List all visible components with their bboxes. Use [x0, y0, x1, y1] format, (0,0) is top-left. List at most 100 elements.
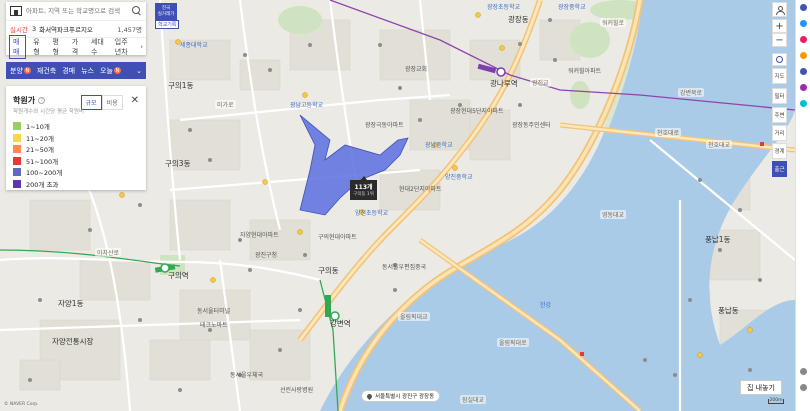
- map-label: 광장초등학교: [487, 4, 521, 11]
- category-label: 뉴스: [81, 66, 94, 75]
- zoom-in-button[interactable]: +: [772, 19, 787, 33]
- map-label: 올림픽대로: [497, 338, 529, 347]
- map-label: 구의현대아파트: [318, 234, 357, 241]
- strip-icon[interactable]: [800, 84, 807, 91]
- academy-legend: 학원가 ? 규모 비용 ✕ 학원개수와 시간당 평균 학원비 1~10개 11~…: [6, 86, 146, 190]
- strip-icon[interactable]: [800, 368, 807, 375]
- map-label: 광장중학교: [558, 4, 586, 11]
- address-pill[interactable]: 서울특별시 광진구 광장동: [361, 390, 441, 402]
- category-label: 경매: [62, 66, 76, 75]
- home-logo-icon[interactable]: [10, 6, 22, 16]
- category-label: 오늘: [100, 66, 113, 75]
- map-scale: 200m: [768, 398, 784, 404]
- realtrade-line1: 전국: [161, 6, 171, 11]
- strip-icon[interactable]: [800, 4, 807, 11]
- map-label: 구의역: [168, 271, 189, 280]
- category-reconstruction[interactable]: 재건축: [37, 66, 56, 76]
- category-label: 재건축: [36, 66, 57, 75]
- user-icon: [776, 5, 785, 15]
- location-icon: [776, 56, 783, 63]
- legend-title: 학원가: [13, 96, 36, 105]
- map-credit: © NAVER Corp.: [4, 402, 39, 407]
- control-boundary[interactable]: 경계: [772, 143, 787, 159]
- map-label: 자양1동: [58, 299, 84, 308]
- search-icon[interactable]: [132, 6, 142, 16]
- legend-item: 21~50개: [13, 144, 139, 154]
- map-label: 워커힐로: [600, 18, 627, 27]
- new-badge: N: [23, 67, 31, 74]
- map-label: 강변역: [330, 319, 351, 328]
- control-commute[interactable]: 출근: [772, 161, 787, 177]
- chevron-right-icon[interactable]: ›: [140, 43, 143, 51]
- category-bar: 분양 N 재건축 경매 뉴스 오늘 N ⌄: [6, 62, 146, 79]
- app-root: 광장동 광장초등학교 광장중학교 워커힐로 구의역 자양1동 자양전통시장 동서…: [0, 0, 810, 411]
- tab-households[interactable]: 세대수: [88, 36, 108, 58]
- tab-type[interactable]: 유형: [30, 36, 45, 58]
- map-label: 광나루역: [490, 79, 518, 88]
- legend-label: 1~10개: [26, 123, 50, 131]
- map-label: 양진초등학교: [355, 210, 389, 217]
- toggle-cost[interactable]: 비용: [101, 95, 123, 110]
- control-nearby[interactable]: 주변: [772, 107, 787, 123]
- map-label: 한강: [540, 302, 552, 309]
- map-label: 동서울터미널: [197, 308, 231, 315]
- map-label: 천호대교: [706, 140, 733, 149]
- category-auction[interactable]: 경매: [62, 66, 75, 76]
- control-filter[interactable]: 필터: [772, 88, 787, 104]
- legend-swatch: [13, 168, 21, 176]
- legend-list: 1~10개 11~20개 21~50개 51~100개 100~200개 200…: [13, 121, 139, 189]
- my-location-button[interactable]: [772, 53, 787, 66]
- category-today[interactable]: 오늘 N: [100, 66, 121, 76]
- map-label: 선린사랑병원: [280, 387, 314, 394]
- control-distance[interactable]: 거리: [772, 125, 787, 141]
- filter-tabs: 매매 유형 평형 가격 세대수 입주년차 ›: [6, 34, 146, 59]
- tab-price[interactable]: 가격: [69, 36, 84, 58]
- legend-item: 200개 초과: [13, 179, 139, 189]
- tab-sale[interactable]: 매매: [9, 34, 27, 59]
- legend-item: 100~200개: [13, 167, 139, 177]
- map-label: 광진교: [530, 78, 551, 87]
- map-label: 잠실대교: [460, 395, 487, 404]
- chevron-down-icon[interactable]: ⌄: [136, 67, 142, 75]
- map-controls: + − 지도 필터 주변 거리 경계 출근: [772, 2, 789, 179]
- legend-swatch: [13, 179, 21, 188]
- search-input[interactable]: [26, 7, 132, 15]
- address-text: 서울특별시 광진구 광장동: [375, 394, 435, 400]
- map-label: 풍납1동: [705, 235, 731, 244]
- map-label: 광장동: [508, 15, 529, 24]
- profile-button[interactable]: [772, 2, 787, 17]
- strip-icon[interactable]: [800, 100, 807, 107]
- sell-home-button[interactable]: 집 내놓기: [740, 380, 782, 395]
- map-label: 구의동: [318, 266, 339, 275]
- realtrade-tag[interactable]: 학교기록: [155, 20, 180, 29]
- new-badge: N: [113, 67, 121, 74]
- map-label: 천호대로: [655, 128, 682, 137]
- strip-icon[interactable]: [800, 20, 807, 27]
- close-icon[interactable]: ✕: [131, 95, 139, 106]
- academy-tooltip[interactable]: 113개 구의동 1위: [350, 176, 377, 200]
- category-presale[interactable]: 분양 N: [10, 66, 31, 76]
- map-label: 강변북로: [678, 88, 705, 97]
- strip-icon[interactable]: [800, 68, 807, 75]
- legend-swatch: [13, 122, 21, 130]
- control-map[interactable]: 지도: [772, 68, 787, 84]
- tab-move-in[interactable]: 입주년차: [112, 36, 136, 58]
- tab-size[interactable]: 평형: [49, 36, 64, 58]
- category-news[interactable]: 뉴스: [81, 66, 94, 76]
- map-label: 세종대학교: [180, 42, 208, 49]
- map-label: 양진중학교: [445, 174, 473, 181]
- legend-label: 100~200개: [26, 169, 63, 177]
- strip-icon[interactable]: [800, 384, 807, 391]
- realtime-label: 실시간: [10, 26, 28, 34]
- category-label: 분양: [10, 66, 23, 75]
- side-strip: [795, 0, 810, 411]
- strip-icon[interactable]: [800, 52, 807, 59]
- map-label: 풍납동: [718, 306, 739, 315]
- map-label: 영동대교: [600, 210, 627, 219]
- zoom-out-button[interactable]: −: [772, 33, 787, 47]
- strip-icon[interactable]: [800, 36, 807, 43]
- realtrade-line2: 실거래가: [157, 12, 175, 17]
- info-icon[interactable]: ?: [38, 97, 46, 104]
- legend-label: 21~50개: [26, 146, 54, 154]
- legend-label: 200개 초과: [26, 180, 59, 189]
